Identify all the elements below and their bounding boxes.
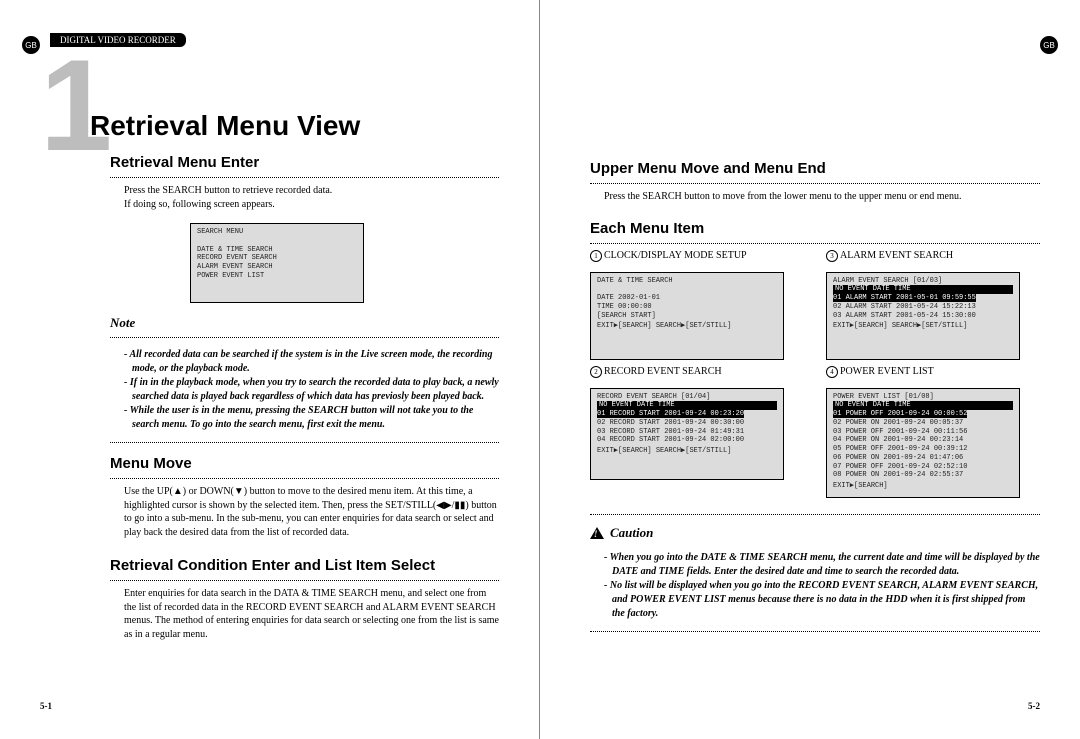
page-number: 5-1 [40,701,52,711]
section-heading: Menu Move [110,455,499,472]
screen-date-time: DATE & TIME SEARCH DATE 2002-01-01 TIME … [590,272,784,360]
section-heading: Retrieval Condition Enter and List Item … [110,557,499,574]
divider [110,177,499,178]
section-heading: Each Menu Item [590,220,1040,237]
page-title: Retrieval Menu View [90,110,499,142]
note-label: Note [110,315,499,331]
section-heading: Upper Menu Move and Menu End [590,160,1040,177]
screen-power-event: POWER EVENT LIST [01/08] NO EVENT DATE T… [826,388,1020,498]
screen-search-menu: SEARCH MENU DATE & TIME SEARCH RECORD EV… [190,223,364,303]
screen-record-event: RECORD EVENT SEARCH [01/04] NO EVENT DAT… [590,388,784,480]
body-text: Press the SEARCH button to retrieve reco… [124,184,499,211]
note-list: - All recorded data can be searched if t… [124,348,499,432]
left-page: GB DIGITAL VIDEO RECORDER 1 Retrieval Me… [0,0,540,739]
item-label: 4POWER EVENT LIST [826,366,934,378]
caution-label: ! Caution [590,525,1040,541]
body-text: Use the UP(▲) or DOWN(▼) button to move … [124,485,499,539]
section-heading: Retrieval Menu Enter [110,154,499,171]
item-label: 3ALARM EVENT SEARCH [826,250,953,262]
item-label: 2RECORD EVENT SEARCH [590,366,722,378]
region-badge: GB [22,36,40,54]
page-number: 5-2 [1028,701,1040,711]
body-text: Enter enquiries for data search in the D… [124,587,499,641]
chapter-number: 1 [40,40,112,170]
body-text: Press the SEARCH button to move from the… [604,190,1040,204]
region-badge: GB [1040,36,1058,54]
manual-spread: GB DIGITAL VIDEO RECORDER 1 Retrieval Me… [0,0,1080,739]
screen-alarm-event: ALARM EVENT SEARCH [01/03] NO EVENT DATE… [826,272,1020,360]
menu-row: 1CLOCK/DISPLAY MODE SETUP DATE & TIME SE… [590,250,1040,360]
caution-list: - When you go into the DATE & TIME SEARC… [604,551,1040,621]
menu-row: 2RECORD EVENT SEARCH RECORD EVENT SEARCH… [590,366,1040,498]
warning-icon: ! [590,527,604,539]
right-page: GB Upper Menu Move and Menu End Press th… [540,0,1080,739]
item-label: 1CLOCK/DISPLAY MODE SETUP [590,250,747,262]
